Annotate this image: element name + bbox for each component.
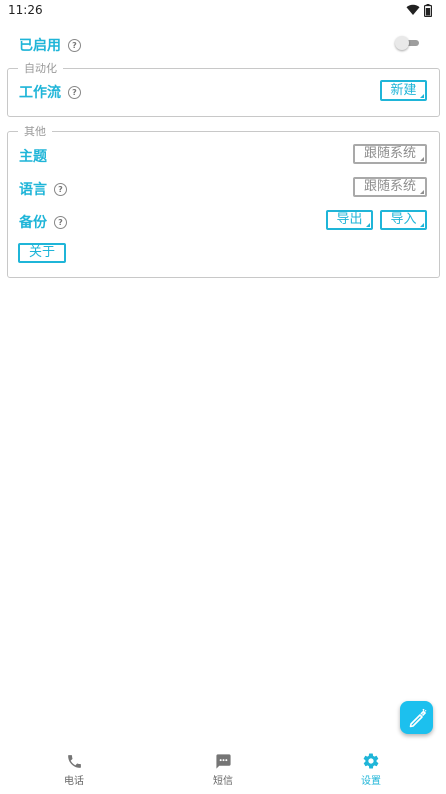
backup-label: 备份 bbox=[19, 215, 47, 231]
status-icons bbox=[406, 3, 432, 17]
import-button[interactable]: 导入 bbox=[380, 210, 427, 230]
language-select[interactable]: 跟随系统 bbox=[353, 177, 427, 197]
phone-icon bbox=[67, 755, 81, 768]
about-button[interactable]: 关于 bbox=[18, 243, 66, 263]
status-bar: 11:26 bbox=[0, 0, 446, 20]
theme-select[interactable]: 跟随系统 bbox=[353, 144, 427, 164]
toggle-thumb bbox=[395, 36, 409, 50]
help-icon[interactable]: ? bbox=[54, 215, 67, 229]
status-time: 11:26 bbox=[8, 3, 43, 17]
theme-label: 主题 bbox=[19, 149, 47, 165]
nav-message[interactable]: 短信 bbox=[178, 748, 268, 794]
enabled-row: 已启用 ? bbox=[19, 35, 81, 55]
help-icon[interactable]: ? bbox=[68, 38, 81, 52]
nav-phone[interactable]: 电话 bbox=[29, 748, 119, 794]
gear-icon bbox=[363, 753, 379, 769]
theme-row: 主题 bbox=[19, 146, 47, 166]
edit-icon bbox=[409, 708, 426, 727]
new-workflow-button[interactable]: 新建 bbox=[380, 80, 427, 101]
wifi-icon bbox=[406, 4, 420, 16]
workflow-label: 工作流 bbox=[19, 85, 61, 101]
export-button[interactable]: 导出 bbox=[326, 210, 373, 230]
nav-label: 电话 bbox=[64, 776, 84, 787]
automation-legend: 自动化 bbox=[24, 62, 57, 75]
enabled-label: 已启用 bbox=[19, 38, 61, 54]
help-icon[interactable]: ? bbox=[54, 182, 67, 196]
fab-button[interactable] bbox=[400, 701, 433, 734]
battery-icon bbox=[424, 3, 432, 17]
other-legend: 其他 bbox=[24, 125, 46, 138]
nav-settings[interactable]: 设置 bbox=[326, 748, 416, 794]
help-icon[interactable]: ? bbox=[68, 85, 81, 99]
language-row: 语言 ? bbox=[19, 179, 67, 199]
nav-label: 设置 bbox=[361, 776, 381, 787]
nav-label: 短信 bbox=[213, 776, 233, 787]
enabled-toggle[interactable] bbox=[395, 36, 421, 50]
message-icon bbox=[215, 754, 231, 769]
language-label: 语言 bbox=[19, 182, 47, 198]
bottom-nav: 电话 短信 设置 bbox=[0, 748, 446, 794]
backup-row: 备份 ? bbox=[19, 212, 67, 232]
workflow-row: 工作流 ? bbox=[19, 82, 81, 102]
